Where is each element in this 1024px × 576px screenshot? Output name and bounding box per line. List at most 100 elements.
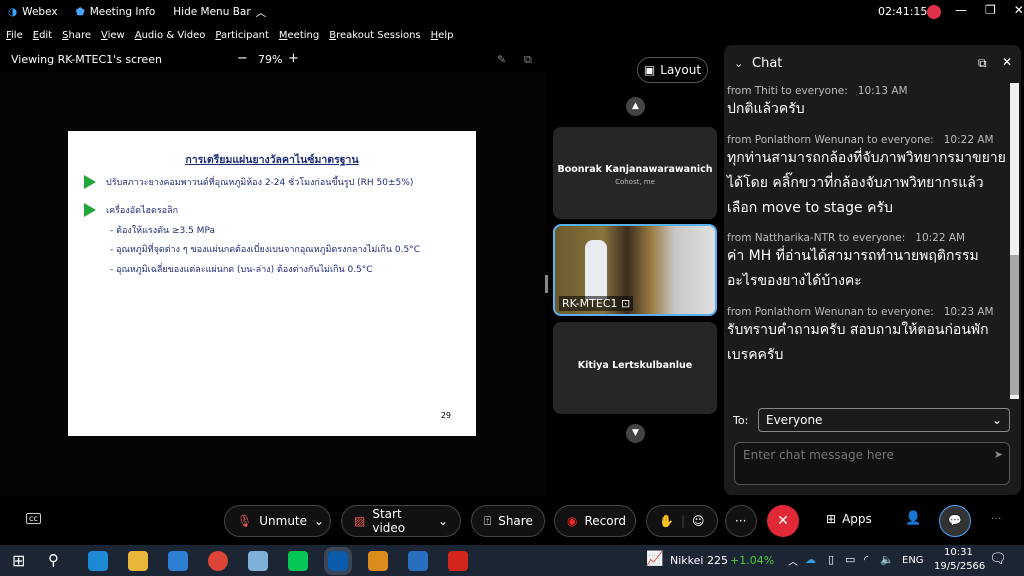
menu-edit[interactable]: Edit	[33, 30, 52, 41]
webex-taskbar-icon[interactable]	[324, 547, 352, 575]
windows-start-icon[interactable]: ⊞	[12, 551, 32, 571]
ticker-name[interactable]: Nikkei 225	[670, 554, 728, 567]
search-icon[interactable]: ⚲	[48, 551, 68, 571]
app-icon[interactable]	[248, 551, 268, 571]
menu-meeting[interactable]: Meeting	[279, 30, 319, 41]
menu-share[interactable]: Share	[62, 30, 91, 41]
menu-breakout[interactable]: Breakout Sessions	[329, 30, 420, 41]
participant-name: Kitiya Lertskulbanlue	[577, 360, 693, 371]
send-icon[interactable]: ➤	[994, 448, 1003, 461]
pop-out-chat-button[interactable]: ⧉	[978, 56, 987, 71]
close-chat-button[interactable]: ✕	[1002, 55, 1012, 69]
slide-page-number: 29	[440, 411, 451, 420]
tray-chevron-icon[interactable]: ︿	[788, 553, 798, 568]
chat-input-box: ➤	[734, 442, 1010, 485]
app-icon[interactable]	[368, 551, 388, 571]
chevron-down-icon[interactable]: ⌄	[734, 57, 743, 70]
webex-menu[interactable]: ◑ Webex	[8, 6, 58, 18]
mail-icon[interactable]	[168, 551, 188, 571]
clock-time[interactable]: 10:31	[944, 547, 973, 558]
participant-name: RK-MTEC1 ⊡	[559, 296, 634, 311]
layout-button[interactable]: ▣ Layout	[637, 57, 708, 83]
mic-muted-icon: 🎙	[237, 514, 253, 528]
minimize-button[interactable]: —	[955, 3, 967, 17]
to-label: To:	[733, 414, 749, 427]
meeting-info-button[interactable]: ⬟ Meeting Info	[76, 6, 156, 18]
participants-icon[interactable]: 👤	[905, 511, 921, 526]
title-bar: ◑ Webex ⬟ Meeting Info Hide Menu Bar ︿	[0, 0, 1024, 24]
chevron-down-icon: ⌄	[437, 514, 448, 528]
raise-hand-icon[interactable]: ✋	[659, 514, 674, 528]
zoom-out-button[interactable]: −	[237, 51, 248, 66]
line-icon[interactable]	[288, 551, 308, 571]
record-button[interactable]: ◉ Record	[554, 505, 636, 537]
slide-subitem: - อุณหภูมิเฉลี่ยของแต่ละแผ่นกด (บน-ล่าง)…	[110, 265, 373, 275]
more-icon[interactable]: ···	[991, 512, 1002, 525]
clock-date[interactable]: 19/5/2566	[934, 561, 985, 572]
chevron-bullet-icon	[84, 175, 96, 189]
shield-icon: ⬟	[75, 6, 85, 18]
participant-tile[interactable]: Boonrak Kanjanawarawanich Cohost, me	[553, 127, 717, 219]
slide-bullet: ปรับสภาวะยางคอมพาวนด์ที่อุณหภูมิห้อง 2-2…	[106, 178, 414, 188]
scroll-down-button[interactable]: ▼	[626, 424, 645, 443]
file-explorer-icon[interactable]	[128, 551, 148, 571]
scroll-up-button[interactable]: ▲	[626, 97, 645, 116]
pop-out-icon[interactable]: ⧉	[524, 53, 532, 67]
chat-title: Chat	[752, 56, 783, 71]
ticker-change: +1.04%	[730, 554, 775, 567]
menu-help[interactable]: Help	[431, 30, 454, 41]
unmute-button[interactable]: 🎙 Unmute ⌄	[224, 505, 331, 537]
message-sender: from Nattharika-NTR to everyone: 10:22 A…	[727, 232, 966, 244]
stock-chart-icon: 📈	[646, 551, 664, 567]
menu-view[interactable]: View	[101, 30, 125, 41]
menu-audio-video[interactable]: Audio & Video	[135, 30, 206, 41]
onedrive-icon[interactable]: ☁	[805, 553, 816, 566]
slide-title: การเตรียมแผ่นยางวัลคาไนซ์มาตรฐาน	[185, 154, 359, 166]
participant-name: Boonrak Kanjanawarawanich	[557, 164, 713, 175]
battery-icon[interactable]: ▭	[845, 553, 855, 566]
menu-participant[interactable]: Participant	[215, 30, 269, 41]
edge-icon[interactable]	[88, 551, 108, 571]
device-icon[interactable]: ▯	[828, 553, 834, 566]
message-text: ค่า MH ที่อ่านได้สามารถทำนายพฤติกรรมอะไร…	[727, 248, 979, 289]
message-sender: from Thiti to everyone: 10:13 AM	[727, 85, 908, 97]
emoji-icon[interactable]: ☺	[692, 514, 705, 528]
chat-button[interactable]: 💬	[939, 505, 971, 537]
participant-tile-video[interactable]: RK-MTEC1 ⊡	[553, 224, 717, 316]
chat-scrollbar[interactable]	[1010, 83, 1019, 399]
maximize-button[interactable]: ❐	[985, 3, 996, 17]
zoom-in-button[interactable]: +	[288, 51, 299, 66]
apps-button[interactable]: ⊞ Apps	[826, 512, 872, 526]
presentation-slide: การเตรียมแผ่นยางวัลคาไนซ์มาตรฐาน ปรับสภา…	[68, 131, 476, 436]
calculator-icon[interactable]	[408, 551, 428, 571]
language-indicator[interactable]: ENG	[902, 555, 924, 566]
menu-file[interactable]: File	[6, 30, 23, 41]
end-meeting-button[interactable]: ✕	[767, 505, 799, 537]
wifi-icon[interactable]: ◜	[864, 553, 868, 566]
speaker-figure	[585, 240, 607, 300]
slide-subitem: - อุณหภูมิที่จุดต่าง ๆ ของแผ่นกดต้องเบี่…	[110, 245, 420, 255]
participant-role: Cohost, me	[615, 178, 655, 186]
sharing-icon: ⊡	[621, 297, 631, 310]
reactions-group: ✋ | ☺	[646, 505, 718, 537]
hide-menu-bar-button[interactable]: Hide Menu Bar ︿	[173, 5, 266, 20]
message-text: ทุกท่านสามารถกล้องที่จับภาพวิทยากรมาขยาย…	[727, 150, 1006, 216]
more-options-button[interactable]: ···	[725, 505, 757, 537]
start-video-button[interactable]: ▨ Start video ⌄	[341, 505, 461, 537]
message-text: รับทราบคำถามครับ สอบถามให้ตอนก่อนพักเบรค…	[727, 322, 989, 363]
panel-resize-handle[interactable]	[545, 275, 548, 293]
chrome-icon[interactable]	[208, 551, 228, 571]
notifications-icon[interactable]: 🗨	[989, 551, 1007, 567]
captions-icon[interactable]: cc	[26, 513, 41, 524]
volume-icon[interactable]: 🔈	[880, 553, 894, 566]
message-sender: from Ponlathorn Wenunan to everyone: 10:…	[727, 134, 994, 146]
acrobat-icon[interactable]	[448, 551, 468, 571]
windows-taskbar: ⊞ ⚲ 📈 Nikkei 225 +1.04% ︿ ☁ ▯ ▭ ◜ 🔈 ENG …	[0, 545, 1024, 576]
annotate-icon[interactable]: ✎	[497, 53, 506, 66]
chat-input[interactable]	[743, 448, 983, 462]
recipient-select[interactable]: Everyone ⌄	[758, 408, 1010, 432]
participant-tile[interactable]: Kitiya Lertskulbanlue	[553, 322, 717, 414]
close-window-button[interactable]: ✕	[1014, 3, 1024, 17]
share-button[interactable]: ⍐ Share	[471, 505, 545, 537]
message-sender: from Ponlathorn Wenunan to everyone: 10:…	[727, 306, 994, 318]
